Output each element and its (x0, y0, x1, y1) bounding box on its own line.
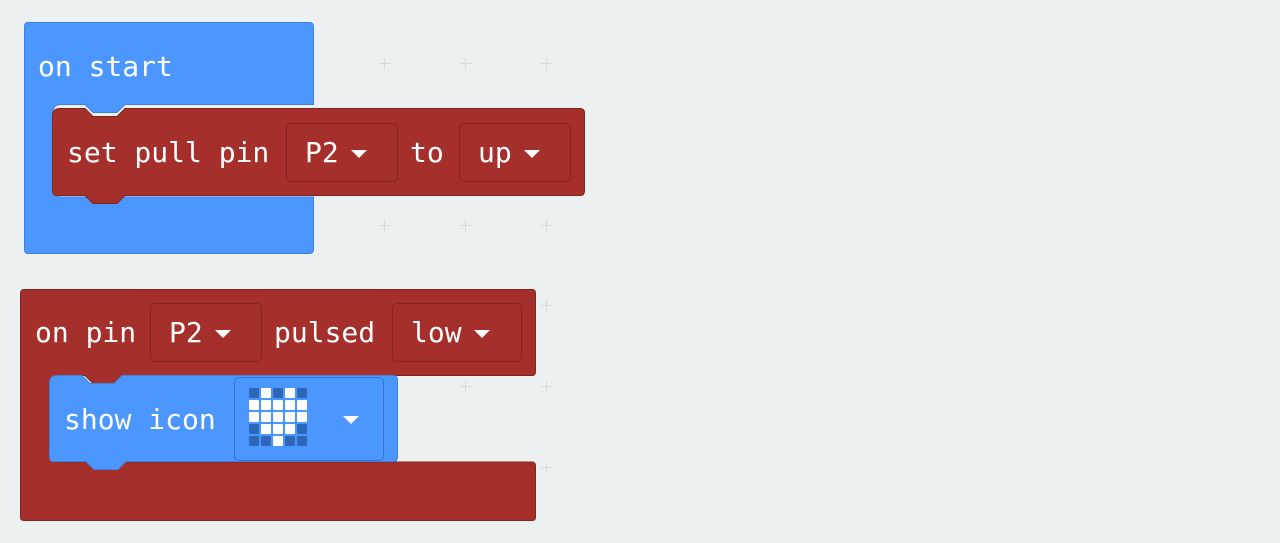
led-on (273, 412, 283, 422)
led-on (285, 388, 295, 398)
grid-marker (541, 381, 553, 393)
show-icon-label: show icon (64, 403, 216, 436)
pull-mode-dropdown-value: up (478, 135, 512, 169)
led-off (261, 436, 271, 446)
pin-dropdown[interactable]: P2 (286, 123, 398, 182)
grid-marker (379, 220, 391, 232)
led-on (273, 400, 283, 410)
pulse-type-dropdown-value: low (411, 315, 462, 349)
show-icon-block[interactable]: show icon (49, 375, 399, 479)
chevron-down-icon (343, 416, 359, 424)
led-on (261, 424, 271, 434)
led-on (273, 424, 283, 434)
led-off (249, 436, 259, 446)
led-off (285, 436, 295, 446)
grid-marker (541, 462, 553, 474)
pull-mode-dropdown[interactable]: up (459, 123, 571, 182)
on-pin-label: on pin (35, 316, 137, 349)
led-off (297, 424, 307, 434)
grid-marker (541, 220, 553, 232)
led-off (249, 424, 259, 434)
led-off (249, 388, 259, 398)
led-off (297, 436, 307, 446)
led-on (285, 424, 295, 434)
to-label: to (410, 136, 444, 169)
chevron-down-icon (214, 329, 231, 338)
chevron-down-icon (523, 149, 540, 158)
icon-picker-dropdown[interactable] (234, 377, 384, 461)
led-on (285, 412, 295, 422)
pulse-pin-dropdown-value: P2 (169, 315, 203, 349)
pulsed-label: pulsed (274, 316, 376, 349)
blocks-workspace[interactable]: on start set pull pin P2 to up on pin P2… (0, 0, 1280, 543)
led-on (261, 412, 271, 422)
led-on (249, 400, 259, 410)
pulse-pin-dropdown[interactable]: P2 (150, 303, 262, 362)
led-on (297, 412, 307, 422)
led-on (261, 388, 271, 398)
led-on (297, 400, 307, 410)
led-off (273, 388, 283, 398)
led-on (249, 412, 259, 422)
led-on (285, 400, 295, 410)
pin-dropdown-value: P2 (305, 135, 339, 169)
grid-marker (379, 58, 391, 70)
grid-marker (460, 58, 472, 70)
on-start-label: on start (38, 50, 173, 83)
heart-icon (249, 388, 307, 446)
chevron-down-icon (350, 149, 367, 158)
led-on (261, 400, 271, 410)
set-pull-pin-label: set pull pin (67, 136, 270, 169)
grid-marker (460, 220, 472, 232)
pulse-type-dropdown[interactable]: low (392, 303, 522, 362)
led-on (273, 436, 283, 446)
led-off (297, 388, 307, 398)
chevron-down-icon (473, 329, 490, 338)
grid-marker (541, 58, 553, 70)
grid-marker (541, 300, 553, 312)
set-pull-pin-block[interactable]: set pull pin P2 to up (52, 108, 586, 212)
